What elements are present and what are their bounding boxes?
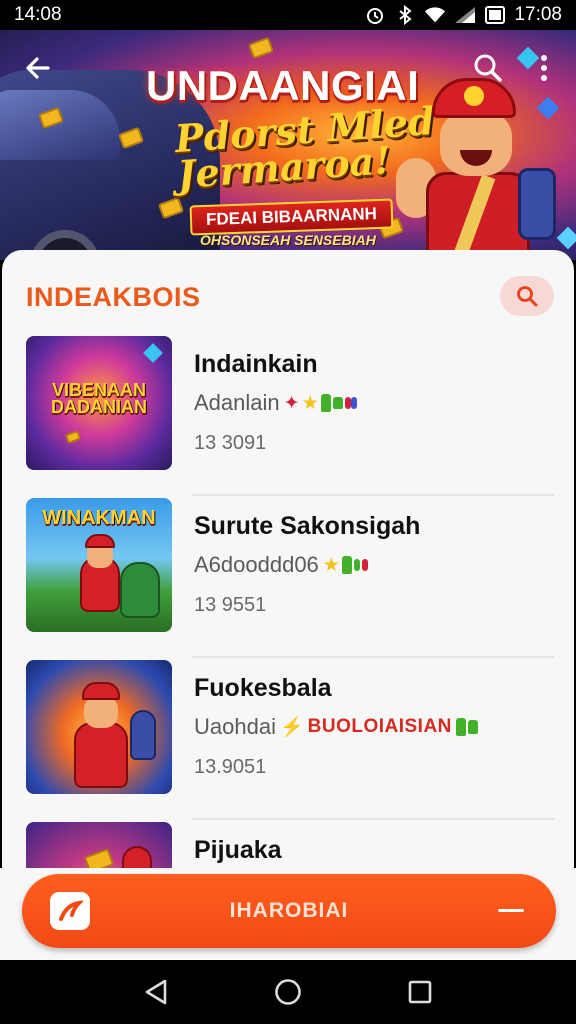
more-vertical-icon bbox=[541, 55, 547, 81]
game-meta-text: Uaohdai bbox=[194, 714, 276, 739]
more-options-button[interactable] bbox=[526, 46, 562, 90]
list-item[interactable]: VIBENAAN DADANIAN Indainkain Adanlain ✦ ★… bbox=[2, 334, 574, 496]
signal-icon bbox=[454, 4, 476, 26]
circle-home-icon bbox=[275, 979, 301, 1005]
alarm-icon bbox=[364, 4, 386, 26]
game-count: 13 9551 bbox=[194, 594, 267, 616]
game-thumbnail: WINAKMAN bbox=[26, 498, 172, 632]
bottom-action-area: IHAROBIAI bbox=[0, 868, 576, 960]
section-title: INDEAKBOIS bbox=[26, 282, 201, 312]
content-sheet: INDEAKBOIS VIBENAAN DADANIAN Indainkain … bbox=[2, 250, 574, 880]
game-emoji-icons: ✦ ★ bbox=[284, 392, 357, 415]
game-tag: BUOLOIAISIAN bbox=[307, 716, 452, 737]
system-nav-bar bbox=[0, 960, 576, 1024]
status-bar: 14:08 17:08 bbox=[0, 0, 576, 30]
hero-character bbox=[396, 78, 566, 260]
primary-action-label: IHAROBIAI bbox=[229, 899, 349, 922]
nav-back-button[interactable] bbox=[134, 970, 178, 1014]
bluetooth-icon bbox=[394, 4, 416, 26]
game-thumbnail: VIBENAAN DADANIAN bbox=[26, 336, 172, 470]
game-name: Indainkain bbox=[194, 350, 318, 378]
minus-icon bbox=[498, 909, 524, 912]
game-meta: Adanlain ✦ ★ bbox=[194, 390, 357, 416]
status-icons: 17:08 bbox=[364, 4, 562, 26]
game-meta-text: Adanlain bbox=[194, 390, 280, 415]
nav-recents-button[interactable] bbox=[398, 970, 442, 1014]
banner-tagline: OHSONSEAH SENSEBIAH bbox=[200, 232, 376, 248]
nav-home-button[interactable] bbox=[266, 970, 310, 1014]
game-count: 13 3091 bbox=[194, 432, 267, 454]
banner-ribbon: FDEAI BIBAARNANH bbox=[189, 198, 394, 236]
list-item[interactable]: WINAKMAN Surute Sakonsigah A6dooddd06 ★ … bbox=[2, 496, 574, 658]
battery-icon bbox=[484, 4, 506, 26]
status-time-left: 14:08 bbox=[14, 4, 62, 25]
wifi-icon bbox=[424, 4, 446, 26]
game-list: VIBENAAN DADANIAN Indainkain Adanlain ✦ ★… bbox=[2, 334, 574, 880]
triangle-back-icon bbox=[145, 979, 167, 1005]
app-logo-icon bbox=[50, 892, 90, 930]
game-emoji-icons: ★ bbox=[323, 554, 368, 577]
game-count: 13.9051 bbox=[194, 756, 267, 778]
status-time-right: 17:08 bbox=[514, 4, 562, 25]
game-meta: Uaohdai ⚡ BUOLOIAISIAN bbox=[194, 714, 478, 740]
game-name: Fuokesbala bbox=[194, 674, 332, 702]
game-meta-text: A6dooddd06 bbox=[194, 552, 319, 577]
square-recents-icon bbox=[408, 980, 432, 1004]
back-button[interactable] bbox=[16, 46, 60, 90]
thumbnail-title: WINAKMAN bbox=[42, 507, 156, 529]
game-name: Pijuaka bbox=[194, 836, 282, 864]
game-emoji-icons: ⚡ bbox=[279, 717, 304, 738]
search-icon bbox=[517, 286, 538, 307]
game-meta: A6dooddd06 ★ bbox=[194, 552, 368, 578]
section-search-button[interactable] bbox=[500, 276, 554, 316]
search-icon bbox=[474, 54, 502, 82]
game-thumbnail bbox=[26, 660, 172, 794]
back-arrow-icon bbox=[26, 57, 50, 79]
primary-action-button[interactable]: IHAROBIAI bbox=[22, 874, 556, 948]
game-name: Surute Sakonsigah bbox=[194, 512, 421, 540]
list-item[interactable]: Fuokesbala Uaohdai ⚡ BUOLOIAISIAN 13.905… bbox=[2, 658, 574, 820]
banner-search-button[interactable] bbox=[466, 46, 510, 90]
thumbnail-title: VIBENAAN DADANIAN bbox=[51, 380, 147, 417]
